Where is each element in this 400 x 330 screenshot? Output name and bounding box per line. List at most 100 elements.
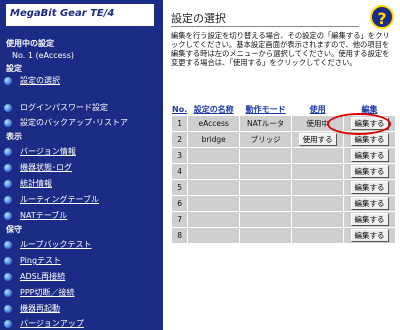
cell-no: 3 <box>172 148 188 163</box>
header-name[interactable]: 設定の名称 <box>188 104 240 115</box>
cell-name <box>188 164 240 179</box>
bullet-icon <box>4 118 12 127</box>
bullet-icon <box>4 179 12 188</box>
cell-edit: 編集する <box>344 196 395 211</box>
cell-name <box>188 180 240 195</box>
cell-use <box>292 148 344 163</box>
header-edit[interactable]: 編集 <box>344 104 395 115</box>
edit-button[interactable]: 編集する <box>350 133 389 146</box>
cell-name <box>188 228 240 243</box>
nav-setting-select[interactable]: 設定の選択 <box>4 74 159 87</box>
nav-login-password[interactable]: ログインパスワード設定 <box>4 101 159 114</box>
edit-button[interactable]: 編集する <box>350 181 389 194</box>
edit-button[interactable]: 編集する <box>350 213 389 226</box>
table-row: 7 編集する <box>172 212 395 227</box>
bullet-icon <box>4 272 12 281</box>
product-name: MegaBit Gear TE/4 <box>10 8 115 19</box>
cell-no: 1 <box>172 116 188 131</box>
edit-button[interactable]: 編集する <box>350 165 389 178</box>
cell-name: bridge <box>188 132 240 147</box>
cell-mode: ブリッジ <box>240 132 292 147</box>
bullet-icon <box>4 163 12 172</box>
header-mode[interactable]: 動作モード <box>240 104 292 115</box>
cell-mode <box>240 228 292 243</box>
use-button[interactable]: 使用する <box>298 133 337 146</box>
maintenance-heading: 保守 <box>6 225 22 234</box>
cell-use <box>292 196 344 211</box>
table-row: 1 eAccess NATルータ 使用中 編集する <box>172 116 395 131</box>
cell-use <box>292 164 344 179</box>
bullet-icon <box>4 103 12 112</box>
bullet-icon <box>4 76 12 85</box>
bullet-icon <box>4 195 12 204</box>
edit-button[interactable]: 編集する <box>350 149 389 162</box>
cell-name <box>188 212 240 227</box>
table-row: 5 編集する <box>172 180 395 195</box>
cell-edit: 編集する <box>344 228 395 243</box>
display-heading: 表示 <box>6 132 22 141</box>
edit-button[interactable]: 編集する <box>350 229 389 242</box>
table-row: 3 編集する <box>172 148 395 163</box>
cell-mode <box>240 196 292 211</box>
bullet-icon <box>4 147 12 156</box>
nav-ping-test[interactable]: Pingテスト <box>4 254 159 267</box>
nav-version-info[interactable]: バージョン情報 <box>4 145 159 158</box>
nav-version-up[interactable]: バージョンアップ <box>4 317 159 330</box>
current-setting-heading: 使用中の設定 <box>6 39 54 48</box>
cell-edit: 編集する <box>344 180 395 195</box>
cell-mode <box>240 212 292 227</box>
nav-device-status-log[interactable]: 機器状態･ログ <box>4 161 159 174</box>
table-row: 6 編集する <box>172 196 395 211</box>
page-title: 設定の選択 <box>171 12 226 25</box>
table-header-row: No. 設定の名称 動作モード 使用 編集 <box>172 104 395 115</box>
cell-use <box>292 212 344 227</box>
header-no[interactable]: No. <box>172 104 188 115</box>
cell-no: 6 <box>172 196 188 211</box>
header-use[interactable]: 使用 <box>292 104 344 115</box>
cell-edit: 編集する <box>344 164 395 179</box>
cell-name: eAccess <box>188 116 240 131</box>
cell-use <box>292 180 344 195</box>
nav-loopback-test[interactable]: ループバックテスト <box>4 238 159 251</box>
cell-mode <box>240 148 292 163</box>
cell-use: 使用する <box>292 132 344 147</box>
nav-statistics[interactable]: 統計情報 <box>4 177 159 190</box>
table-row: 2 bridge ブリッジ 使用する 編集する <box>172 132 395 147</box>
table-row: 4 編集する <box>172 164 395 179</box>
cell-edit: 編集する <box>344 212 395 227</box>
bullet-icon <box>4 319 12 328</box>
nav-routing-table[interactable]: ルーティングテーブル <box>4 193 159 206</box>
cell-no: 2 <box>172 132 188 147</box>
cell-no: 4 <box>172 164 188 179</box>
cell-no: 5 <box>172 180 188 195</box>
nav-adsl-reconnect[interactable]: ADSL再接続 <box>4 270 159 283</box>
bullet-icon <box>4 256 12 265</box>
bullet-icon <box>4 304 12 313</box>
edit-button[interactable]: 編集する <box>350 197 389 210</box>
nav-backup-restore[interactable]: 設定のバックアップ･リストア <box>4 116 159 129</box>
cell-edit: 編集する <box>344 148 395 163</box>
cell-mode <box>240 180 292 195</box>
cell-name <box>188 196 240 211</box>
bullet-icon <box>4 240 12 249</box>
cell-edit: 編集する <box>344 116 395 131</box>
bullet-icon <box>4 211 12 220</box>
settings-heading: 設定 <box>6 64 22 73</box>
bullet-icon <box>4 288 12 297</box>
nav-ppp-disconnect-connect[interactable]: PPP切断／接続 <box>4 286 159 299</box>
table-row: 8 編集する <box>172 228 395 243</box>
nav-device-restart[interactable]: 機器再起動 <box>4 302 159 315</box>
title-divider <box>171 26 359 27</box>
sidebar: MegaBit Gear TE/4 使用中の設定 No. 1 (eAccess)… <box>0 0 163 330</box>
product-logo: MegaBit Gear TE/4 <box>6 4 154 26</box>
help-icon[interactable]: ? <box>370 5 394 29</box>
edit-button[interactable]: 編集する <box>350 117 389 130</box>
cell-use: 使用中 <box>292 116 344 131</box>
main-panel: 設定の選択 ? 編集を行う設定を切り替える場合、その設定の「編集する」をクリック… <box>163 0 400 330</box>
settings-table: No. 設定の名称 動作モード 使用 編集 1 eAccess NATルータ 使… <box>171 103 396 244</box>
current-setting-value: No. 1 (eAccess) <box>12 51 75 60</box>
cell-no: 7 <box>172 212 188 227</box>
page-description: 編集を行う設定を切り替える場合、その設定の「編集する」をクリックしてください。基… <box>171 31 390 68</box>
cell-mode: NATルータ <box>240 116 292 131</box>
nav-nat-table[interactable]: NATテーブル <box>4 209 159 222</box>
